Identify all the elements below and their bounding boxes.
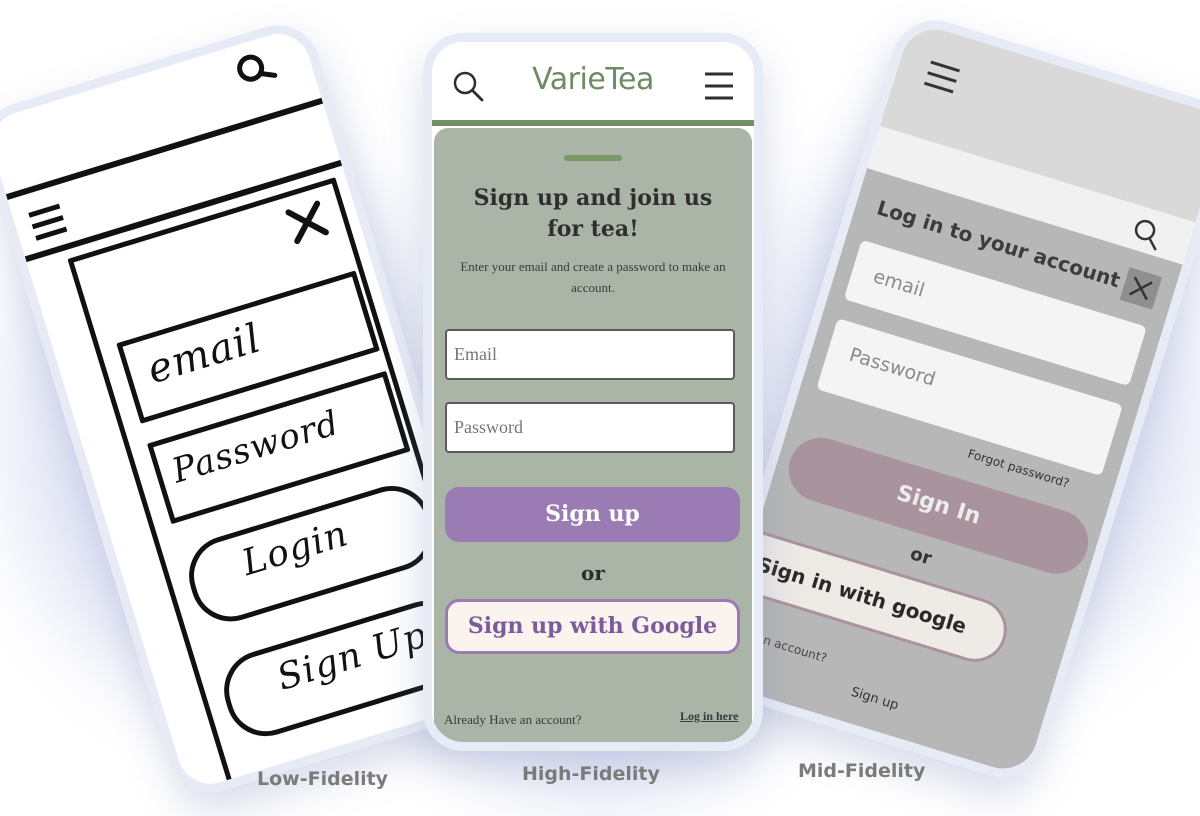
signup-button-label: Sign up <box>545 501 640 527</box>
signup-button[interactable]: Sign up <box>445 487 740 542</box>
search-icon[interactable] <box>231 46 281 96</box>
email-placeholder: email <box>870 265 928 302</box>
caption-high-fidelity: High-Fidelity <box>522 763 660 785</box>
signup-sheet: Sign up and join us for tea! Enter your … <box>434 128 752 742</box>
login-link[interactable]: Log in here <box>680 709 738 724</box>
signin-button-label: Sign In <box>893 480 984 530</box>
google-button-label: Sign up with Google <box>467 613 718 639</box>
menu-icon[interactable] <box>704 70 734 102</box>
close-icon[interactable] <box>1119 267 1163 310</box>
email-input[interactable] <box>445 329 735 380</box>
google-signup-button[interactable]: Sign up with Google <box>445 599 740 654</box>
password-placeholder: Password <box>846 343 938 391</box>
caption-mid-fidelity: Mid-Fidelity <box>798 760 926 782</box>
login-panel: Log in to your account email Password Fo… <box>703 168 1183 789</box>
caption-low-fidelity: Low-Fidelity <box>257 768 389 790</box>
or-divider: or <box>581 561 605 585</box>
high-fidelity-phone: VarieTea Sign up and join us for tea! En… <box>423 33 763 751</box>
signup-link[interactable]: Sign up <box>849 685 900 714</box>
app-header: VarieTea <box>432 42 754 126</box>
signup-title: Sign up and join us for tea! <box>473 185 713 242</box>
menu-icon[interactable] <box>25 200 70 245</box>
footer-prompt: Already Have an account? <box>444 712 582 727</box>
sheet-handle[interactable] <box>564 155 622 161</box>
signup-subtitle: Enter your email and create a password t… <box>460 259 726 295</box>
password-input[interactable] <box>445 402 735 453</box>
